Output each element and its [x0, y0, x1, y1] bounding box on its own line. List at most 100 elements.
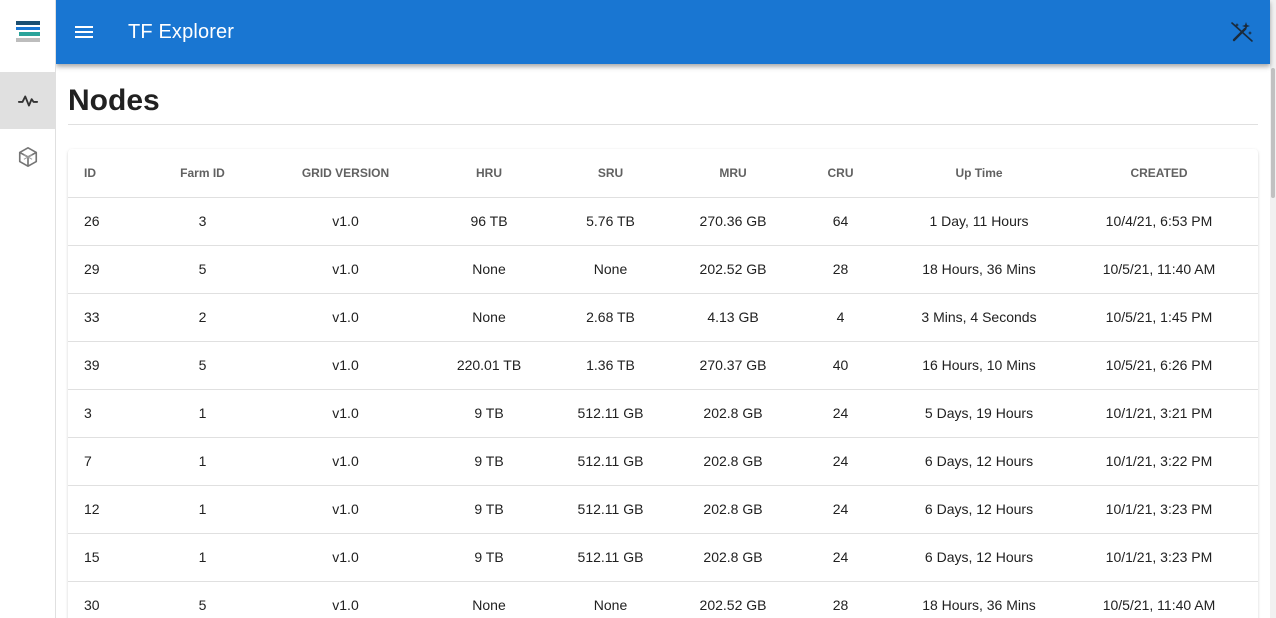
cell-mru: 202.52 GB [683, 581, 783, 618]
menu-icon [75, 26, 93, 38]
cell-mru: 202.8 GB [683, 533, 783, 582]
scrollbar-thumb[interactable] [1271, 68, 1275, 198]
table-row[interactable]: 30 5 v1.0 None None 202.52 GB 28 18 Hours, 36 M… [68, 581, 1258, 618]
cell-created: 10/5/21, 6:26 PM [1060, 341, 1258, 390]
cell-mru: 270.37 GB [683, 341, 783, 390]
column-header-farm-id[interactable]: Farm ID [154, 149, 251, 198]
sidebar-item-explorer[interactable] [0, 73, 55, 129]
cell-cru: 24 [783, 485, 898, 534]
cell-id: 7 [68, 437, 154, 486]
column-header-id[interactable]: ID [68, 149, 154, 198]
column-header-grid-version[interactable]: GRID VERSION [251, 149, 440, 198]
cell-mru: 202.8 GB [683, 437, 783, 486]
cell-hru: None [440, 293, 538, 342]
cell-id: 26 [68, 197, 154, 246]
cell-sru: 1.36 TB [538, 341, 683, 390]
cell-cru: 4 [783, 293, 898, 342]
page-scrollbar[interactable] [1270, 0, 1276, 618]
cell-cru: 40 [783, 341, 898, 390]
cell-up-time: 16 Hours, 10 Mins [898, 341, 1060, 390]
table-row[interactable]: 39 5 v1.0 220.01 TB 1.36 TB 270.37 GB 40 16 Hou… [68, 341, 1258, 390]
cell-farm-id: 1 [154, 533, 251, 582]
cell-up-time: 6 Days, 12 Hours [898, 437, 1060, 486]
cell-up-time: 6 Days, 12 Hours [898, 533, 1060, 582]
column-header-hru[interactable]: HRU [440, 149, 538, 198]
cell-cru: 24 [783, 389, 898, 438]
cell-grid-version: v1.0 [251, 197, 440, 246]
cell-hru: 9 TB [440, 533, 538, 582]
cell-id: 12 [68, 485, 154, 534]
table-row[interactable]: 12 1 v1.0 9 TB 512.11 GB 202.8 GB 24 6 Days, 12… [68, 485, 1258, 534]
cell-farm-id: 1 [154, 437, 251, 486]
cell-mru: 202.8 GB [683, 485, 783, 534]
cell-cru: 24 [783, 437, 898, 486]
cell-cru: 28 [783, 581, 898, 618]
cell-farm-id: 3 [154, 197, 251, 246]
cell-grid-version: v1.0 [251, 245, 440, 294]
cell-created: 10/1/21, 3:21 PM [1060, 389, 1258, 438]
table-row[interactable]: 15 1 v1.0 9 TB 512.11 GB 202.8 GB 24 6 Days, 12… [68, 533, 1258, 582]
cell-sru: 512.11 GB [538, 485, 683, 534]
table-row[interactable]: 29 5 v1.0 None None 202.52 GB 28 18 Hours, 36 M… [68, 245, 1258, 294]
cell-sru: 512.11 GB [538, 437, 683, 486]
column-header-mru[interactable]: MRU [683, 149, 783, 198]
cell-grid-version: v1.0 [251, 293, 440, 342]
column-header-created[interactable]: CREATED [1060, 149, 1258, 198]
menu-button[interactable] [60, 8, 108, 56]
cell-mru: 202.8 GB [683, 389, 783, 438]
table-row[interactable]: 26 3 v1.0 96 TB 5.76 TB 270.36 GB 64 1 Day, 11 … [68, 197, 1258, 246]
cell-id: 15 [68, 533, 154, 582]
table-body: 26 3 v1.0 96 TB 5.76 TB 270.36 GB 64 1 Day, 11 … [68, 197, 1258, 618]
table-row[interactable]: 33 2 v1.0 None 2.68 TB 4.13 GB 4 3 Mins, 4 Seco… [68, 293, 1258, 342]
cell-grid-version: v1.0 [251, 581, 440, 618]
app-title: TF Explorer [128, 20, 235, 43]
cell-id: 30 [68, 581, 154, 618]
cell-sru: None [538, 581, 683, 618]
cell-mru: 202.52 GB [683, 245, 783, 294]
cell-up-time: 5 Days, 19 Hours [898, 389, 1060, 438]
column-header-sru[interactable]: SRU [538, 149, 683, 198]
cell-grid-version: v1.0 [251, 533, 440, 582]
table-header-row: ID Farm ID GRID VERSION HRU SRU MRU CRU … [68, 149, 1258, 198]
cell-sru: 512.11 GB [538, 389, 683, 438]
cell-farm-id: 2 [154, 293, 251, 342]
cell-farm-id: 5 [154, 245, 251, 294]
cube-icon [18, 147, 37, 167]
cell-hru: None [440, 581, 538, 618]
cell-created: 10/1/21, 3:22 PM [1060, 437, 1258, 486]
cell-hru: None [440, 245, 538, 294]
column-header-up-time[interactable]: Up Time [898, 149, 1060, 198]
cell-farm-id: 1 [154, 485, 251, 534]
cell-up-time: 18 Hours, 36 Mins [898, 245, 1060, 294]
cell-created: 10/5/21, 11:40 AM [1060, 245, 1258, 294]
cell-hru: 9 TB [440, 437, 538, 486]
main-content: Nodes ID Farm ID GRID VERSION HRU SRU MR… [68, 64, 1258, 618]
app-bar: TF Explorer [56, 0, 1270, 64]
nodes-table-card: ID Farm ID GRID VERSION HRU SRU MRU CRU … [68, 149, 1258, 618]
cell-cru: 24 [783, 533, 898, 582]
cell-created: 10/1/21, 3:23 PM [1060, 485, 1258, 534]
cell-up-time: 18 Hours, 36 Mins [898, 581, 1060, 618]
nodes-table: ID Farm ID GRID VERSION HRU SRU MRU CRU … [68, 149, 1258, 618]
sidebar [0, 0, 56, 618]
cell-farm-id: 1 [154, 389, 251, 438]
app-logo[interactable] [0, 0, 55, 64]
sidebar-item-nodes[interactable] [0, 129, 55, 185]
table-row[interactable]: 3 1 v1.0 9 TB 512.11 GB 202.8 GB 24 5 Days, 19 … [68, 389, 1258, 438]
title-divider [68, 124, 1258, 125]
cell-grid-version: v1.0 [251, 485, 440, 534]
cell-mru: 4.13 GB [683, 293, 783, 342]
cell-sru: 2.68 TB [538, 293, 683, 342]
column-header-cru[interactable]: CRU [783, 149, 898, 198]
cell-grid-version: v1.0 [251, 389, 440, 438]
cell-created: 10/4/21, 6:53 PM [1060, 197, 1258, 246]
theme-toggle-button[interactable] [1218, 8, 1266, 56]
cell-sru: 512.11 GB [538, 533, 683, 582]
cell-id: 39 [68, 341, 154, 390]
cell-hru: 9 TB [440, 485, 538, 534]
cell-created: 10/5/21, 1:45 PM [1060, 293, 1258, 342]
page-title: Nodes [68, 84, 160, 117]
table-row[interactable]: 7 1 v1.0 9 TB 512.11 GB 202.8 GB 24 6 Days, 12 … [68, 437, 1258, 486]
cell-cru: 28 [783, 245, 898, 294]
cell-id: 3 [68, 389, 154, 438]
